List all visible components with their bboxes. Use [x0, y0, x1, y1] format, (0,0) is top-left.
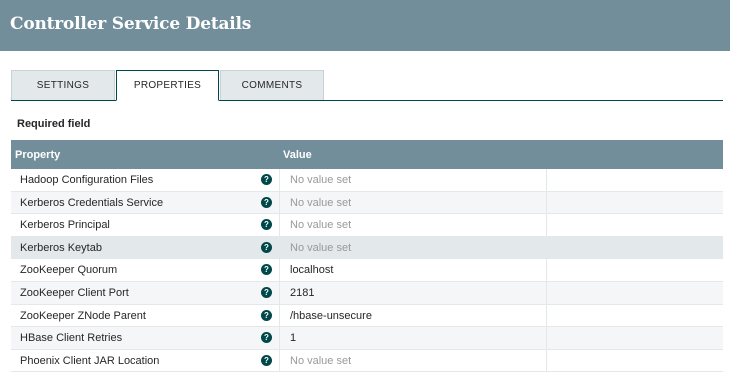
help-icon[interactable]: ? [261, 354, 272, 366]
help-icon[interactable]: ? [261, 264, 272, 276]
column-header-value[interactable]: Value [283, 149, 312, 161]
help-icon[interactable]: ? [261, 174, 272, 185]
tab-settings[interactable]: SETTINGS [11, 70, 115, 100]
property-name: Kerberos Keytab [20, 241, 102, 254]
property-value[interactable]: localhost [279, 259, 547, 281]
property-name: Hadoop Configuration Files [20, 174, 154, 186]
help-icon[interactable]: ? [261, 309, 272, 321]
property-value[interactable]: No value set [279, 191, 547, 214]
required-field-label: Required field [17, 118, 91, 130]
table-row[interactable]: Kerberos Keytab ? No value set [11, 236, 723, 260]
property-name: ZooKeeper ZNode Parent [20, 309, 146, 322]
help-icon[interactable]: ? [261, 196, 272, 208]
help-icon[interactable]: ? [261, 241, 272, 253]
tab-bar: SETTINGS PROPERTIES COMMENTS [11, 70, 723, 101]
table-row[interactable]: ZooKeeper Client Port ? 2181 [11, 281, 723, 305]
table-row[interactable]: ZooKeeper ZNode Parent ? /hbase-unsecure [11, 304, 723, 328]
property-value[interactable]: No value set [279, 349, 547, 372]
property-value[interactable]: No value set [279, 169, 547, 191]
help-icon[interactable]: ? [261, 219, 272, 231]
property-value[interactable]: 2181 [279, 281, 547, 304]
property-value[interactable]: 1 [279, 327, 547, 349]
property-name: Kerberos Credentials Service [20, 196, 164, 209]
property-name: Phoenix Client JAR Location [20, 354, 160, 367]
dialog-header: Controller Service Details [0, 0, 730, 51]
table-row[interactable]: Kerberos Principal ? No value set [11, 214, 723, 237]
table-row[interactable]: Hadoop Configuration Files ? No value se… [11, 169, 723, 192]
property-name: ZooKeeper Client Port [20, 286, 129, 299]
column-header-property[interactable]: Property [15, 149, 60, 161]
table-row[interactable]: ZooKeeper Quorum ? localhost [11, 259, 723, 282]
table-row[interactable]: HBase Client Retries ? 1 [11, 327, 723, 350]
properties-table: Property Value Hadoop Configuration File… [11, 140, 723, 373]
property-value[interactable]: No value set [279, 236, 547, 259]
property-value[interactable]: No value set [279, 214, 547, 236]
help-icon[interactable]: ? [261, 286, 272, 298]
property-name: ZooKeeper Quorum [20, 264, 118, 277]
property-name: HBase Client Retries [20, 332, 123, 345]
tab-properties[interactable]: PROPERTIES [116, 70, 219, 101]
table-header: Property Value [11, 140, 723, 169]
table-row[interactable]: Kerberos Credentials Service ? No value … [11, 191, 723, 215]
table-row[interactable]: Phoenix Client JAR Location ? No value s… [11, 349, 723, 373]
help-icon[interactable]: ? [261, 332, 272, 344]
tab-comments[interactable]: COMMENTS [220, 70, 324, 100]
property-value[interactable]: /hbase-unsecure [279, 304, 547, 327]
dialog-title: Controller Service Details [10, 14, 252, 34]
property-name: Kerberos Principal [20, 219, 110, 232]
